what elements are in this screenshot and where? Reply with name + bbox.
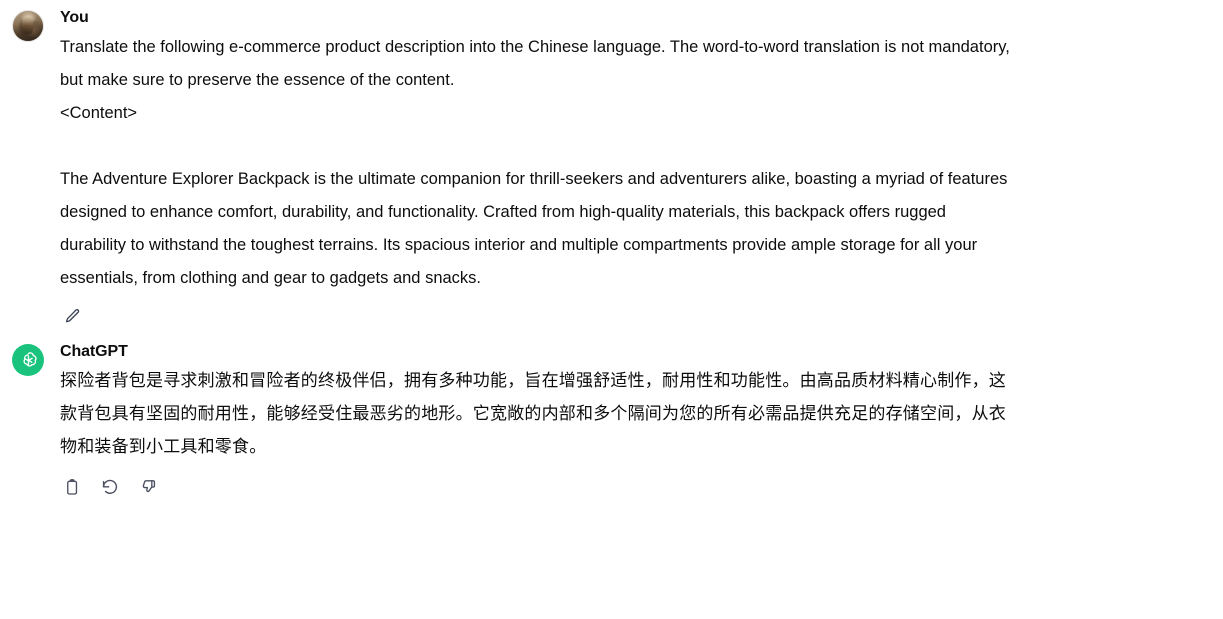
pencil-icon <box>63 307 82 326</box>
user-message-actions <box>60 302 1013 330</box>
openai-logo-icon <box>18 350 39 371</box>
refresh-ccw-icon <box>100 477 120 497</box>
user-avatar-column <box>0 7 60 42</box>
user-photo-avatar <box>13 11 43 41</box>
user-author-name: You <box>60 9 89 26</box>
assistant-message-actions <box>60 473 1013 501</box>
conversation-thread: You Translate the following e-commerce p… <box>0 7 1223 501</box>
user-message-text: Translate the following e-commerce produ… <box>60 31 1013 295</box>
assistant-message-body: ChatGPT 探险者背包是寻求刺激和冒险者的终极伴侣，拥有多种功能，旨在增强舒… <box>60 341 1223 501</box>
assistant-message-text: 探险者背包是寻求刺激和冒险者的终极伴侣，拥有多种功能，旨在增强舒适性，耐用性和功… <box>60 365 1013 464</box>
clipboard-icon <box>63 478 82 497</box>
user-paragraph-2: <Content> <box>60 104 138 122</box>
paragraph-spacer <box>60 130 1013 163</box>
thumbs-down-icon <box>139 478 158 497</box>
user-message-body: You Translate the following e-commerce p… <box>60 7 1223 330</box>
assistant-author-name: ChatGPT <box>60 343 128 360</box>
user-message: You Translate the following e-commerce p… <box>0 7 1223 330</box>
copy-button[interactable] <box>60 475 84 499</box>
edit-message-button[interactable] <box>60 304 84 328</box>
avatar[interactable] <box>12 344 44 376</box>
assistant-avatar-column <box>0 341 60 376</box>
thumbs-down-button[interactable] <box>136 475 160 499</box>
avatar[interactable] <box>12 10 44 42</box>
assistant-paragraph-1: 探险者背包是寻求刺激和冒险者的终极伴侣，拥有多种功能，旨在增强舒适性，耐用性和功… <box>60 371 1006 457</box>
user-paragraph-1: Translate the following e-commerce produ… <box>60 38 1010 89</box>
user-paragraph-3: The Adventure Explorer Backpack is the u… <box>60 170 1008 287</box>
assistant-message: ChatGPT 探险者背包是寻求刺激和冒险者的终极伴侣，拥有多种功能，旨在增强舒… <box>0 341 1223 501</box>
regenerate-button[interactable] <box>98 475 122 499</box>
